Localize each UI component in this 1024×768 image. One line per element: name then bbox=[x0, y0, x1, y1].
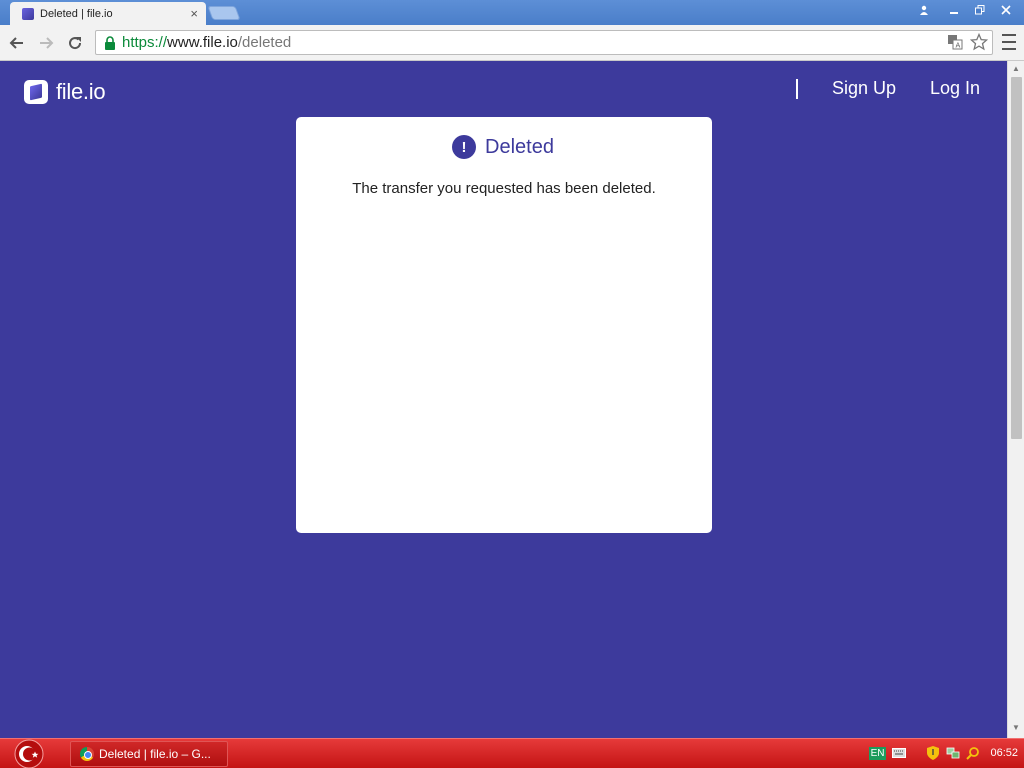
tab-close-icon[interactable]: × bbox=[190, 7, 198, 20]
security-shield-icon[interactable] bbox=[926, 746, 940, 760]
url-host: www.file.io bbox=[167, 34, 238, 51]
card-title: Deleted bbox=[485, 135, 554, 158]
header-divider bbox=[796, 79, 798, 99]
start-button[interactable] bbox=[9, 739, 49, 768]
close-window-button[interactable] bbox=[994, 2, 1018, 18]
scroll-down-icon[interactable]: ▼ bbox=[1012, 723, 1020, 732]
fileio-logo-icon bbox=[24, 80, 48, 104]
back-arrow-icon[interactable] bbox=[6, 32, 28, 54]
deleted-card: ! Deleted The transfer you requested has… bbox=[296, 117, 712, 533]
card-header: ! Deleted bbox=[296, 135, 712, 159]
keyboard-icon[interactable] bbox=[892, 746, 907, 760]
browser-toolbar: https://www.file.io/deleted A bbox=[0, 25, 1024, 61]
taskbar-item-label: Deleted | file.io – G... bbox=[99, 747, 211, 761]
exclamation-circle-icon: ! bbox=[452, 135, 477, 159]
url-path: /deleted bbox=[237, 34, 292, 51]
browser-tab-active[interactable]: Deleted | file.io × bbox=[10, 2, 206, 25]
sign-up-link[interactable]: Sign Up bbox=[832, 78, 896, 99]
system-tray: EN 06:52 bbox=[868, 746, 1018, 760]
network-icon[interactable] bbox=[946, 746, 960, 760]
language-indicator[interactable]: EN bbox=[868, 746, 887, 760]
browser-menu-icon[interactable] bbox=[1002, 34, 1016, 50]
os-taskbar: Deleted | file.io – G... EN 06:52 bbox=[0, 738, 1024, 768]
window-controls bbox=[914, 2, 1018, 18]
chrome-icon bbox=[80, 747, 94, 761]
log-in-link[interactable]: Log In bbox=[930, 78, 980, 99]
start-orb-icon bbox=[14, 739, 44, 768]
tab-title: Deleted | file.io bbox=[40, 7, 113, 20]
bookmark-star-icon[interactable] bbox=[970, 33, 988, 51]
fileio-favicon-icon bbox=[22, 7, 34, 20]
restore-button[interactable] bbox=[968, 2, 992, 18]
browser-titlebar: Deleted | file.io × bbox=[0, 0, 1024, 25]
logo-text: file.io bbox=[56, 79, 106, 104]
forward-arrow-icon[interactable] bbox=[35, 32, 57, 54]
translate-icon[interactable]: A bbox=[946, 33, 964, 51]
card-message: The transfer you requested has been dele… bbox=[352, 180, 656, 197]
search-icon[interactable] bbox=[966, 746, 980, 760]
page-body: file.io Sign Up Log In ! Deleted The tra… bbox=[0, 61, 1007, 738]
address-bar[interactable]: https://www.file.io/deleted A bbox=[95, 30, 993, 55]
scroll-thumb[interactable] bbox=[1011, 77, 1022, 439]
scroll-up-icon[interactable]: ▲ bbox=[1012, 64, 1020, 73]
reload-icon[interactable] bbox=[64, 32, 86, 54]
fileio-logo[interactable]: file.io bbox=[24, 79, 106, 105]
taskbar-clock: 06:52 bbox=[990, 747, 1018, 759]
svg-text:A: A bbox=[956, 42, 961, 50]
lock-icon bbox=[105, 35, 115, 50]
profile-icon[interactable] bbox=[914, 2, 934, 18]
new-tab-button[interactable] bbox=[207, 6, 241, 20]
page-scrollbar[interactable]: ▲ ▼ bbox=[1007, 61, 1024, 738]
url-scheme: https:// bbox=[122, 34, 168, 51]
taskbar-browser-item[interactable]: Deleted | file.io – G... bbox=[70, 741, 228, 767]
minimize-button[interactable] bbox=[942, 2, 966, 18]
